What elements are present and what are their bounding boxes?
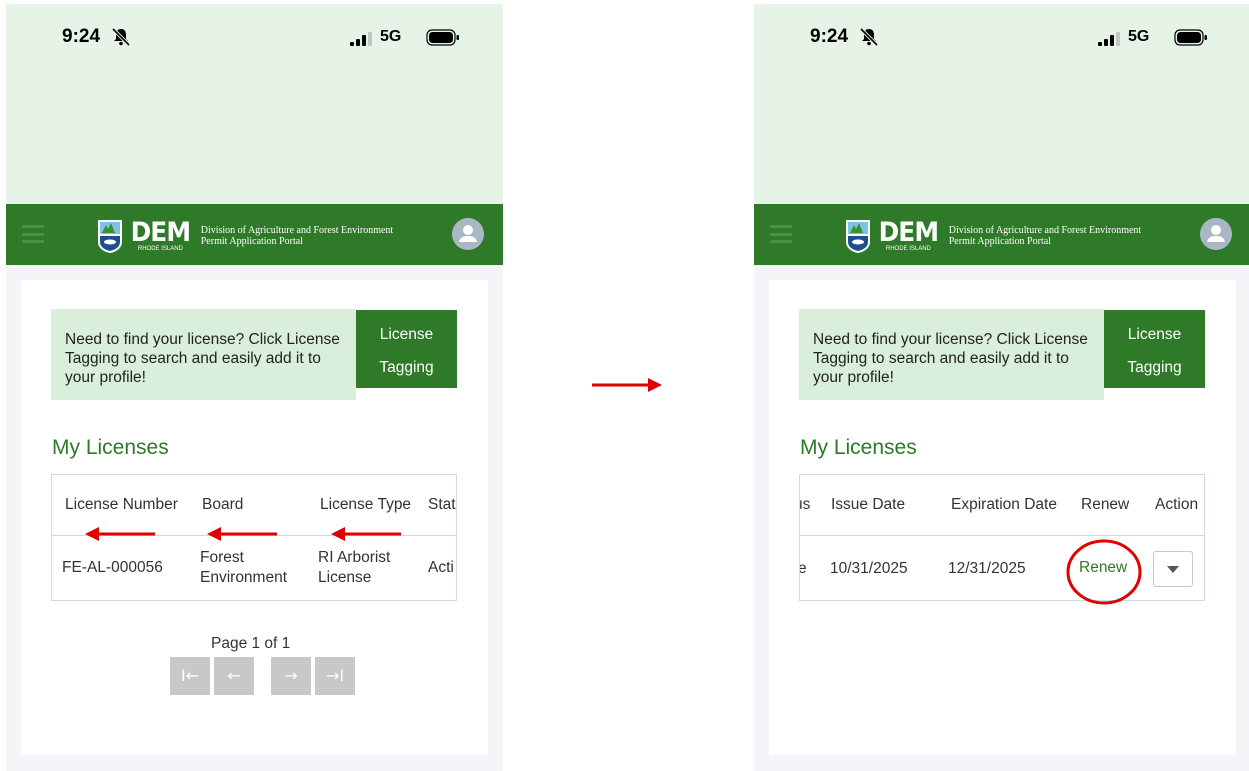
th-license-type[interactable]: License Type: [320, 496, 411, 514]
portal-title-line1: Division of Agriculture and Forest Envir…: [948, 225, 1142, 236]
license-tagging-button[interactable]: License Tagging: [356, 310, 457, 388]
phone-screen-before: 9:24 5G DEM RHODE ISLAND Division of Agr…: [6, 4, 503, 771]
portal-title-line2: Permit Application Portal: [948, 236, 1051, 247]
dem-wordmark: DEM RHODE ISLAND: [128, 219, 193, 253]
hamburger-icon[interactable]: [22, 225, 44, 243]
ri-emblem-icon: [98, 220, 122, 253]
app-header: DEM RHODE ISLAND Division of Agriculture…: [6, 204, 503, 265]
status-bar: 9:24 5G: [754, 4, 1249, 204]
phone-screen-after: 9:24 5G DEM RHODE ISLAND Division of Agr…: [754, 4, 1249, 771]
battery-icon: [1174, 29, 1207, 46]
my-licenses-title: My Licenses: [52, 436, 169, 459]
th-action[interactable]: Action: [1155, 496, 1198, 514]
tag-button-line2: Tagging: [1127, 359, 1182, 376]
tag-button-line1: License: [379, 326, 434, 343]
tag-button-line1: License: [1127, 326, 1182, 343]
scroll-left-arrow-annotation: [331, 527, 401, 541]
th-issue-date[interactable]: Issue Date: [831, 496, 905, 514]
dem-text: DEM: [130, 217, 191, 248]
dem-logo[interactable]: DEM RHODE ISLAND Division of Agriculture…: [844, 216, 1141, 256]
status-time: 9:24: [810, 26, 849, 47]
bell-slash-icon: [859, 27, 879, 47]
last-page-button[interactable]: →I: [315, 657, 355, 695]
ri-emblem-icon: [846, 220, 870, 253]
network-label: 5G: [1128, 28, 1150, 45]
licenses-card: Need to find your license? Click License…: [769, 280, 1236, 755]
portal-title: Division of Agriculture and Forest Envir…: [949, 225, 1141, 247]
status-bar: 9:24 5G: [6, 4, 503, 204]
portal-title-line1: Division of Agriculture and Forest Envir…: [200, 225, 394, 236]
cell-type-line2: License: [318, 569, 372, 586]
pagination-label: Page 1 of 1: [211, 635, 291, 652]
first-page-button[interactable]: I←: [170, 657, 210, 695]
th-status[interactable]: Stat: [428, 496, 456, 514]
my-licenses-title: My Licenses: [800, 436, 917, 459]
cell-issue-date: 10/31/2025: [830, 560, 908, 577]
notice-text: Need to find your license? Click License…: [65, 331, 340, 386]
cell-board-line1: Forest: [200, 549, 244, 566]
row-action-dropdown[interactable]: [1153, 551, 1193, 587]
scroll-left-arrow-annotation: [207, 527, 277, 541]
th-status[interactable]: us: [800, 496, 810, 514]
cell-status: Acti: [428, 559, 454, 576]
app-header: DEM RHODE ISLAND Division of Agriculture…: [754, 204, 1249, 265]
dem-logo[interactable]: DEM RHODE ISLAND Division of Agriculture…: [96, 216, 393, 256]
scroll-left-arrow-annotation: [85, 527, 155, 541]
licenses-table[interactable]: us Issue Date Expiration Date Renew Acti…: [799, 474, 1205, 601]
cell-type-line1: RI Arborist: [318, 549, 391, 566]
prev-page-button[interactable]: ←: [214, 657, 254, 695]
license-tagging-notice: Need to find your license? Click License…: [799, 309, 1104, 400]
portal-title-line2: Permit Application Portal: [200, 236, 303, 247]
user-avatar-icon[interactable]: [1200, 218, 1232, 250]
th-license-number[interactable]: License Number: [65, 496, 178, 514]
licenses-card: Need to find your license? Click License…: [21, 280, 488, 755]
license-tagging-notice: Need to find your license? Click License…: [51, 309, 356, 400]
tag-button-line2: Tagging: [379, 359, 434, 376]
dem-wordmark: DEM RHODE ISLAND: [876, 219, 941, 253]
network-label: 5G: [380, 28, 402, 45]
th-board[interactable]: Board: [202, 496, 243, 514]
bell-slash-icon: [111, 27, 131, 47]
battery-icon: [426, 29, 459, 46]
portal-title: Division of Agriculture and Forest Envir…: [201, 225, 393, 247]
user-avatar-icon[interactable]: [452, 218, 484, 250]
status-time: 9:24: [62, 26, 101, 47]
dem-text: DEM: [878, 217, 939, 248]
signal-icon: [350, 32, 372, 46]
cell-license-number: FE-AL-000056: [62, 559, 163, 576]
renew-highlight-circle: [1066, 539, 1142, 605]
cell-status: e: [800, 559, 807, 578]
transition-arrow-annotation: [592, 378, 662, 392]
license-tagging-button[interactable]: License Tagging: [1104, 310, 1205, 388]
caret-down-icon: [1167, 566, 1179, 573]
table-header: us Issue Date Expiration Date Renew Acti…: [800, 475, 1204, 536]
next-page-button[interactable]: →: [271, 657, 311, 695]
cell-board-line2: Environment: [200, 569, 288, 586]
notice-text: Need to find your license? Click License…: [813, 331, 1088, 386]
th-renew[interactable]: Renew: [1081, 496, 1129, 514]
hamburger-icon[interactable]: [770, 225, 792, 243]
cell-expiration-date: 12/31/2025: [948, 560, 1026, 577]
th-expiration-date[interactable]: Expiration Date: [951, 496, 1057, 514]
signal-icon: [1098, 32, 1120, 46]
